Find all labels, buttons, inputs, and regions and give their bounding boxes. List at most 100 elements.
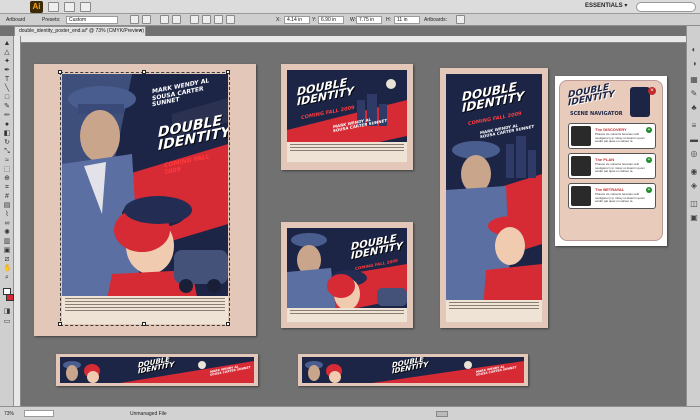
resize-handle[interactable] <box>58 322 62 326</box>
type-tool-icon[interactable]: T <box>3 76 11 83</box>
zoom-tool-icon[interactable]: ⌕ <box>3 274 11 281</box>
search-help-input[interactable] <box>636 2 696 12</box>
scale-tool-icon[interactable]: ⤡ <box>3 148 11 155</box>
status-info[interactable]: Unmanaged File <box>130 411 167 417</box>
portrait-icon[interactable] <box>130 15 139 24</box>
symbols-panel-icon[interactable]: ♣ <box>690 104 698 112</box>
h-field[interactable]: 11 in <box>394 16 420 24</box>
y-field[interactable]: 6.90 in <box>318 16 344 24</box>
control-bar: Artboard Presets: Custom X: 4.14 in Y: 6… <box>0 14 700 26</box>
landscape-bottom-credits <box>287 308 407 322</box>
bridge-icon[interactable] <box>48 2 59 12</box>
artboard-scene-navigator[interactable]: DOUBLE IDENTITY SCENE NAVIGATOR × The DI… <box>555 76 667 246</box>
graph-tool-icon[interactable]: ▥ <box>3 238 11 245</box>
mesh-tool-icon[interactable]: # <box>3 193 11 200</box>
vertical-ruler[interactable] <box>14 36 21 406</box>
artboard-navigation-field[interactable] <box>24 410 54 417</box>
scene-thumbnail <box>571 126 591 146</box>
shape-builder-tool-icon[interactable]: ⊕ <box>3 175 11 182</box>
scene-item[interactable]: The BETRAYAL Phasos vis volvenis fenanas… <box>568 183 656 209</box>
scene-item[interactable]: The PLAN Phasos vis volvenis fenanas vel… <box>568 153 656 179</box>
x-field[interactable]: 4.14 in <box>284 16 310 24</box>
color-panel-icon[interactable]: ◐ <box>690 46 698 54</box>
eraser-tool-icon[interactable]: ◧ <box>3 130 11 137</box>
eyedropper-tool-icon[interactable]: ⌇ <box>3 211 11 218</box>
blend-tool-icon[interactable]: ∞ <box>3 220 11 227</box>
resize-handle[interactable] <box>142 70 146 74</box>
navigator-close-icon[interactable]: × <box>648 87 656 95</box>
video-safe-areas-icon[interactable] <box>226 15 235 24</box>
horizontal-scrollbar[interactable] <box>436 411 448 417</box>
line-tool-icon[interactable]: ╲ <box>3 85 11 92</box>
swatches-panel-icon[interactable]: ▦ <box>690 76 698 84</box>
scene-item[interactable]: The DISCOVERY Phasos vis volvenis fenana… <box>568 123 656 149</box>
graphic-styles-icon[interactable]: ◈ <box>690 182 698 190</box>
artboard-tool-icon[interactable]: ▣ <box>3 247 11 254</box>
brushes-panel-icon[interactable]: ✎ <box>690 90 698 98</box>
artboard-poster-main[interactable]: MARK WENDY AL SOUSA CARTER SUNNET DOUBLE… <box>34 64 256 336</box>
stroke-panel-icon[interactable]: ≡ <box>690 122 698 130</box>
scene-plus-icon[interactable]: + <box>646 187 652 193</box>
zoom-level[interactable]: 73% <box>4 411 14 417</box>
resize-handle[interactable] <box>58 70 62 74</box>
artboard-selection-bounds[interactable] <box>60 72 230 326</box>
blob-brush-tool-icon[interactable]: ● <box>3 121 11 128</box>
landscape-icon[interactable] <box>142 15 151 24</box>
navigator-character-art <box>630 87 650 117</box>
w-field[interactable]: 7.75 in <box>356 16 382 24</box>
perspective-grid-tool-icon[interactable]: ⌗ <box>3 184 11 191</box>
gradient-tool-icon[interactable]: ▤ <box>3 202 11 209</box>
resize-handle[interactable] <box>226 70 230 74</box>
rectangle-tool-icon[interactable]: □ <box>3 94 11 101</box>
free-transform-tool-icon[interactable]: ⬚ <box>3 166 11 173</box>
gradient-panel-icon[interactable]: ▬ <box>690 136 698 144</box>
new-artboard-icon[interactable] <box>160 15 169 24</box>
paintbrush-tool-icon[interactable]: ✎ <box>3 103 11 110</box>
artboards-panel-icon[interactable]: ▣ <box>690 214 698 222</box>
appearance-panel-icon[interactable]: ◉ <box>690 168 698 176</box>
screen-mode-icon[interactable] <box>80 2 91 12</box>
symbol-sprayer-tool-icon[interactable]: ✺ <box>3 229 11 236</box>
direct-selection-tool-icon[interactable]: △ <box>3 49 11 56</box>
draw-normal-icon[interactable]: ◨ <box>3 308 11 315</box>
slice-tool-icon[interactable]: ⧄ <box>3 256 11 263</box>
y-label: Y: <box>312 17 317 23</box>
artboard-leaderboard-right[interactable]: DOUBLE IDENTITY MARK WENDY AL SOUSA CART… <box>298 354 528 386</box>
arrange-documents-icon[interactable] <box>64 2 75 12</box>
resize-handle[interactable] <box>226 322 230 326</box>
presets-dropdown[interactable]: Custom <box>66 16 118 24</box>
document-tab[interactable]: double_identity_poster_end.ai* @ 73% (CM… <box>14 26 146 36</box>
artboard-vertical-banner[interactable]: DOUBLE IDENTITY COMING FALL 2009 MARK WE… <box>440 68 548 328</box>
hand-tool-icon[interactable]: ✋ <box>3 265 12 272</box>
navigator-subtitle: SCENE NAVIGATOR <box>570 111 623 117</box>
color-guide-icon[interactable]: ◑ <box>690 60 698 68</box>
delete-artboard-icon[interactable] <box>172 15 181 24</box>
scene-plus-icon[interactable]: + <box>646 157 652 163</box>
show-center-mark-icon[interactable] <box>202 15 211 24</box>
resize-handle[interactable] <box>142 322 146 326</box>
rotate-tool-icon[interactable]: ↻ <box>3 139 11 146</box>
x-label: X: <box>276 17 281 23</box>
vertical-banner-illustration <box>446 74 542 322</box>
pencil-tool-icon[interactable]: ✏ <box>3 112 11 119</box>
artboard-landscape-bottom[interactable]: DOUBLE IDENTITY COMING FALL 2009 <box>281 222 413 328</box>
close-document-icon[interactable]: × <box>139 27 142 36</box>
pen-tool-icon[interactable]: ✒ <box>3 67 11 74</box>
selection-tool-icon[interactable]: ▲ <box>3 40 11 47</box>
move-artwork-icon[interactable] <box>190 15 199 24</box>
tool-label: Artboard <box>6 17 26 23</box>
warp-tool-icon[interactable]: ≈ <box>3 157 11 164</box>
artboard-options-icon[interactable] <box>456 15 465 24</box>
artboard-landscape-top[interactable]: DOUBLE IDENTITY COMING FALL 2009 MARK WE… <box>281 64 413 170</box>
layers-panel-icon[interactable]: ◫ <box>690 200 698 208</box>
scene-plus-icon[interactable]: + <box>646 127 652 133</box>
screen-mode-tool-icon[interactable]: ▭ <box>3 318 11 325</box>
show-cross-hairs-icon[interactable] <box>214 15 223 24</box>
transparency-panel-icon[interactable]: ◎ <box>690 150 698 158</box>
workspace-switcher[interactable]: ESSENTIALS ▾ <box>585 2 627 9</box>
magic-wand-tool-icon[interactable]: ✦ <box>3 58 11 65</box>
horizontal-ruler[interactable] <box>14 36 686 43</box>
artboard-leaderboard-left[interactable]: DOUBLE IDENTITY MARK WENDY AL SOUSA CART… <box>56 354 258 386</box>
stroke-swatch[interactable] <box>6 294 14 301</box>
scene-thumbnail <box>571 156 591 176</box>
